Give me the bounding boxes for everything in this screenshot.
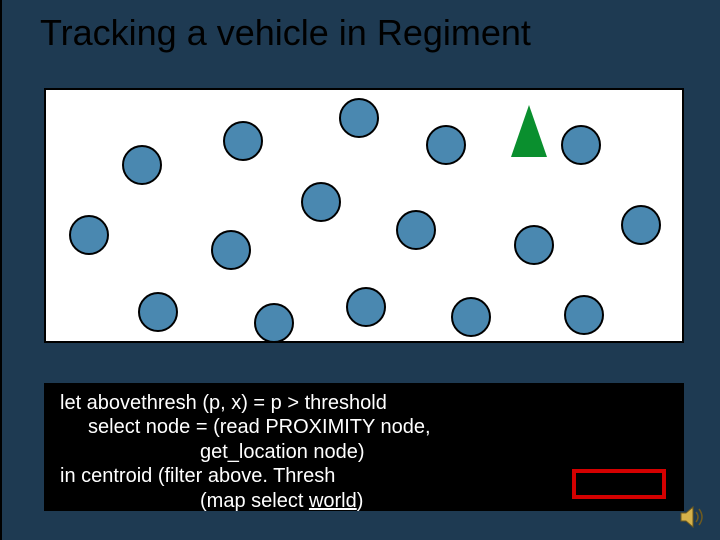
sensor-node <box>515 226 553 264</box>
code-text: (map select <box>200 490 309 512</box>
sensor-node <box>397 211 435 249</box>
code-text-underlined: world <box>309 490 357 512</box>
code-line-3: get_location node) <box>60 440 668 464</box>
sensor-node <box>340 99 378 137</box>
sensor-node <box>123 146 161 184</box>
sensor-node <box>347 288 385 326</box>
slide-title: Tracking a vehicle in Regiment <box>2 0 720 54</box>
sensor-node <box>70 216 108 254</box>
code-block: let abovethresh (p, x) = p > threshold s… <box>44 383 684 511</box>
sensor-node <box>565 296 603 334</box>
diagram-area <box>44 88 684 343</box>
diagram-svg <box>46 90 682 341</box>
sensor-node <box>139 293 177 331</box>
vehicle-marker <box>511 105 547 157</box>
code-text: ) <box>357 490 364 512</box>
sensor-node <box>212 231 250 269</box>
highlight-box <box>572 469 666 499</box>
slide: Tracking a vehicle in Regiment let above… <box>0 0 720 540</box>
sensor-node <box>255 304 293 341</box>
sensor-node <box>562 126 600 164</box>
sensor-node <box>302 183 340 221</box>
code-line-1: let abovethresh (p, x) = p > threshold <box>60 391 668 415</box>
sensor-node <box>622 206 660 244</box>
speaker-icon <box>680 506 706 528</box>
sensor-node <box>452 298 490 336</box>
sensor-node <box>224 122 262 160</box>
sensor-node <box>427 126 465 164</box>
code-line-2: select node = (read PROXIMITY node, <box>60 415 668 439</box>
